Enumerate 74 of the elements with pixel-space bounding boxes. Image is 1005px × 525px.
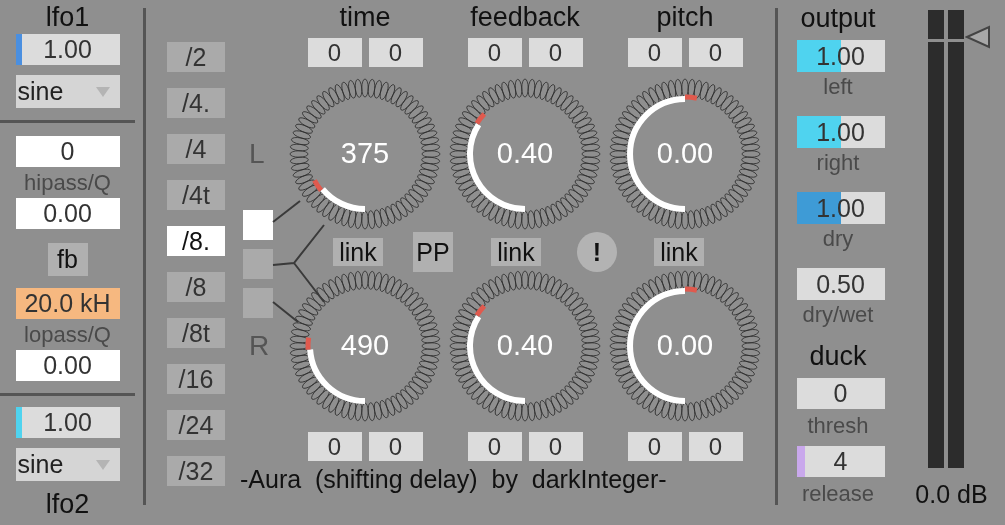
division-button[interactable]: /2: [167, 42, 225, 72]
pp-button[interactable]: PP: [413, 232, 453, 272]
param-label: dry/wet: [802, 303, 874, 327]
knob-indicator: [312, 179, 366, 212]
number-box[interactable]: 0.50: [796, 268, 885, 300]
meter-reading: 0.0 dB: [915, 480, 988, 509]
number-box[interactable]: 0: [368, 432, 423, 461]
number-box[interactable]: 0: [528, 38, 583, 67]
division-button[interactable]: /4: [167, 134, 225, 164]
link-button[interactable]: link: [654, 238, 704, 266]
number-box[interactable]: 4: [796, 446, 885, 477]
number-box[interactable]: 20.0 kH: [15, 288, 120, 319]
number-box[interactable]: 0.00: [15, 350, 120, 381]
number-box[interactable]: 1.00: [796, 40, 885, 72]
number-box[interactable]: 0: [627, 432, 682, 461]
output-title: output: [800, 2, 876, 34]
division-button[interactable]: /16: [167, 364, 225, 394]
number-box[interactable]: 0: [467, 432, 522, 461]
routing-toggle[interactable]: [243, 210, 273, 240]
column-title: time: [338, 1, 392, 32]
number-box[interactable]: 1.00: [15, 34, 120, 65]
lfo-title: lfo2: [45, 488, 90, 521]
alert-button[interactable]: !: [577, 232, 617, 272]
link-button[interactable]: link: [491, 238, 541, 266]
gain-slider-thumb[interactable]: [964, 25, 991, 50]
knob-value: 0.00: [656, 329, 714, 361]
number-box[interactable]: 0: [307, 432, 362, 461]
number-box[interactable]: 0: [307, 38, 362, 67]
lopass-label: lopass/Q: [24, 321, 111, 349]
shape-dropdown[interactable]: sine: [15, 448, 120, 481]
number-box[interactable]: 1.00: [15, 407, 120, 438]
channel-label: L: [249, 138, 265, 170]
column-title: feedback: [469, 1, 581, 32]
number-box[interactable]: 0: [368, 38, 423, 67]
column-title: pitch: [655, 1, 715, 32]
param-label: dry: [822, 227, 854, 251]
number-box[interactable]: 0.00: [15, 198, 120, 229]
duck-title: duck: [809, 340, 867, 372]
knob-value: 0.00: [656, 137, 714, 169]
link-button[interactable]: link: [333, 238, 383, 266]
knob-value: 0.40: [496, 329, 554, 361]
number-box[interactable]: 1.00: [796, 116, 885, 148]
param-label: right: [816, 151, 860, 175]
division-button[interactable]: /8: [167, 272, 225, 302]
knob-value: 375: [340, 137, 390, 169]
division-button[interactable]: /8.: [167, 226, 225, 256]
knob-value: 0.40: [496, 137, 554, 169]
param-label: left: [823, 75, 853, 99]
division-button[interactable]: /8t: [167, 318, 225, 348]
number-box[interactable]: 0: [528, 432, 583, 461]
number-box[interactable]: 0: [467, 38, 522, 67]
division-button[interactable]: /4.: [167, 88, 225, 118]
shape-dropdown[interactable]: sine: [15, 75, 120, 108]
footer-credit: -Aura (shifting delay) by darkInteger-: [240, 464, 668, 494]
channel-label: R: [249, 330, 270, 362]
hipass-label: hipass/Q: [24, 169, 111, 197]
caret-icon: [95, 460, 110, 470]
fb-button[interactable]: fb: [47, 243, 88, 276]
division-button[interactable]: /4t: [167, 180, 225, 210]
division-button[interactable]: /24: [167, 410, 225, 440]
division-button[interactable]: /32: [167, 456, 225, 486]
caret-icon: [95, 87, 110, 97]
number-box[interactable]: 0: [15, 136, 120, 167]
param-label: thresh: [807, 414, 869, 438]
lfo-title: lfo1: [45, 1, 90, 34]
number-box[interactable]: 0: [796, 378, 885, 409]
number-box[interactable]: 0: [688, 38, 743, 67]
routing-toggle[interactable]: [243, 249, 273, 279]
param-label: release: [801, 482, 875, 506]
number-box[interactable]: 0: [627, 38, 682, 67]
number-box[interactable]: 0: [688, 432, 743, 461]
number-box[interactable]: 1.00: [796, 192, 885, 224]
routing-toggle[interactable]: [243, 288, 273, 318]
knob-value: 490: [340, 329, 390, 361]
